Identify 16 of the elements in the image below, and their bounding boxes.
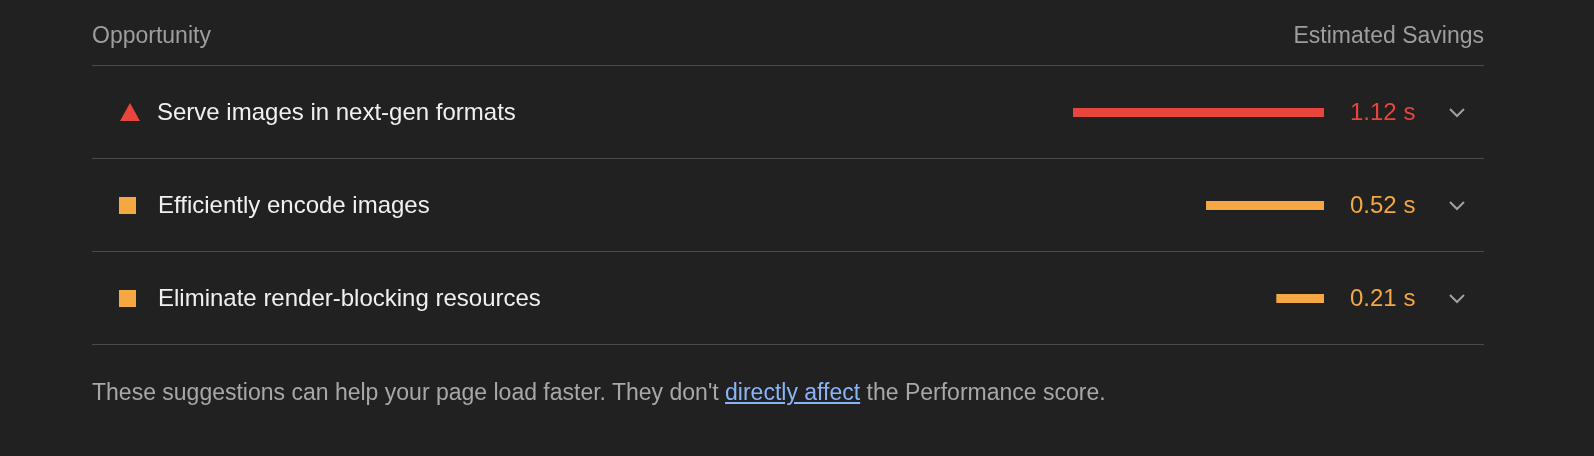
savings-value: 1.12 s (1350, 98, 1417, 126)
square-icon (119, 196, 136, 214)
chevron-icon[interactable] (1448, 292, 1466, 304)
opportunity-title: Efficiently encode images (158, 191, 431, 219)
column-header: Opportunity (92, 22, 211, 49)
opportunity-title: Serve images in next-gen formats (157, 98, 517, 126)
savings-value: 0.21 s (1350, 284, 1417, 312)
footer-note: These suggestions can help your page load faster. They don't directly affect the Performance score. (92, 379, 1107, 406)
warning-triangle-icon (120, 103, 140, 121)
column-header: Estimated Savings (1293, 22, 1484, 49)
link[interactable]: directly affect (725, 379, 861, 405)
savings-value: 0.52 s (1350, 191, 1417, 219)
opportunity-title: Eliminate render-blocking resources (158, 284, 542, 312)
chevron-icon[interactable] (1448, 199, 1466, 211)
square-icon (119, 289, 136, 307)
chevron-icon[interactable] (1448, 106, 1466, 118)
